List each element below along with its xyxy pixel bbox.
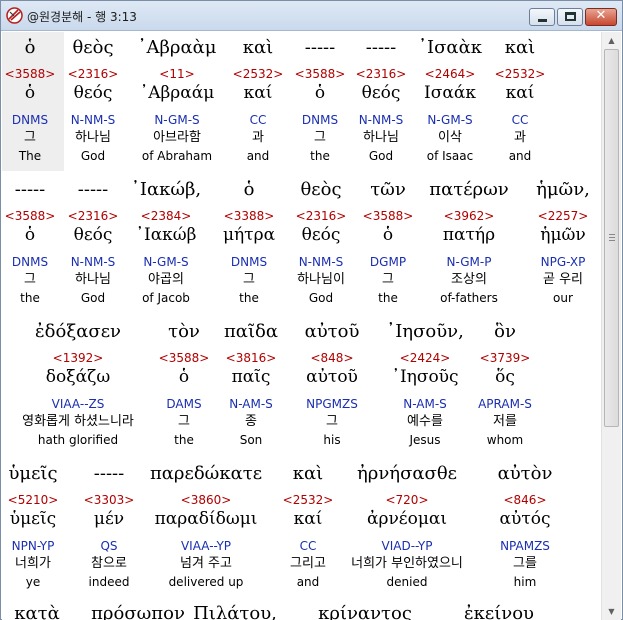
word-strong: <3739> bbox=[479, 351, 531, 365]
close-button[interactable]: ✕ bbox=[585, 8, 617, 26]
word-korean: 과 bbox=[514, 130, 526, 145]
word-greek: ἐκείνου bbox=[463, 603, 534, 620]
word-parse: CC bbox=[511, 113, 529, 127]
title-bar[interactable]: @원경분해 - 행 3:13 ✕ bbox=[1, 1, 622, 31]
word-english: our bbox=[553, 291, 573, 305]
word-greek: ἡμῶν, bbox=[536, 179, 590, 200]
minimize-button[interactable] bbox=[529, 8, 555, 26]
word-greek: καὶ bbox=[504, 37, 536, 58]
word-strong: <2257> bbox=[537, 209, 589, 223]
maximize-button[interactable] bbox=[557, 8, 583, 26]
app-logo-icon bbox=[6, 7, 23, 24]
word-strong: <2532> bbox=[494, 67, 546, 81]
scroll-grip-icon bbox=[609, 234, 615, 241]
word-parse: APRAM-S bbox=[478, 397, 532, 411]
scroll-thumb[interactable] bbox=[604, 49, 619, 427]
word-korean: 곧 우리 bbox=[542, 272, 583, 287]
scroll-down-button[interactable]: ▼ bbox=[602, 603, 621, 620]
interlinear-view: ὁ <3588> ὁ DNMS 그 The θεὸς <2316> θεός N-NM-S 하나님 G… bbox=[2, 32, 601, 620]
word-korean: 저를 bbox=[493, 414, 517, 429]
scroll-up-button[interactable]: ▲ bbox=[602, 32, 621, 49]
word-lemma: αὐτός bbox=[499, 509, 551, 529]
word-parse: NPAMZS bbox=[500, 539, 550, 553]
vertical-scrollbar[interactable]: ▲ ▼ bbox=[601, 32, 621, 620]
maximize-icon bbox=[565, 12, 576, 21]
close-icon: ✕ bbox=[595, 8, 607, 23]
word-lemma: καί bbox=[505, 83, 535, 103]
word-lemma: ὅς bbox=[495, 367, 515, 387]
app-window: @원경분해 - 행 3:13 ✕ ὁ <3588> ὁ DNMS 그 The θεὸς <23… bbox=[0, 0, 623, 620]
word-lemma: ἡμῶν bbox=[540, 225, 586, 245]
word-english: and bbox=[508, 149, 532, 163]
window-title: @원경분해 - 행 3:13 bbox=[27, 10, 137, 24]
minimize-icon bbox=[538, 19, 547, 22]
word-korean: 그를 bbox=[513, 556, 537, 571]
word-strong: <846> bbox=[503, 493, 547, 507]
word-english: him bbox=[513, 575, 537, 589]
word-parse: NPG-XP bbox=[540, 255, 586, 269]
word-greek: αὐτὸν bbox=[497, 463, 553, 484]
word-english: whom bbox=[486, 433, 524, 447]
word-greek: ὃν bbox=[494, 321, 516, 342]
